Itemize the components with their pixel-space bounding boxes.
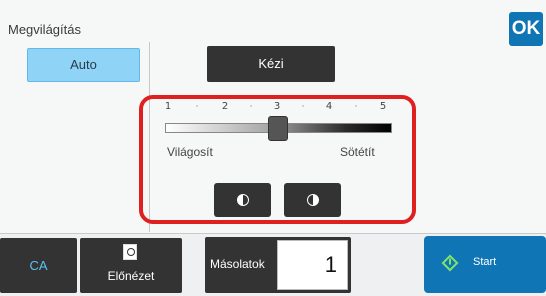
manual-mode-button[interactable]: Kézi [207, 46, 335, 82]
auto-mode-button[interactable]: Auto [27, 48, 140, 82]
panel-title: Megvilágítás [8, 22, 81, 37]
preview-button[interactable]: Előnézet [80, 238, 182, 293]
start-label: Start [473, 256, 497, 268]
preview-label: Előnézet [107, 269, 155, 283]
ok-button[interactable]: OK [509, 12, 543, 46]
highlight-frame [139, 95, 416, 224]
copies-control[interactable]: Másolatok 1 [205, 237, 351, 293]
copies-label: Másolatok [210, 257, 265, 271]
start-button[interactable]: Start [424, 236, 546, 293]
start-diamond-icon [441, 254, 459, 272]
copies-input[interactable]: 1 [277, 240, 348, 290]
preview-magnifier-icon [123, 244, 137, 260]
ca-button[interactable]: CA [0, 238, 77, 293]
